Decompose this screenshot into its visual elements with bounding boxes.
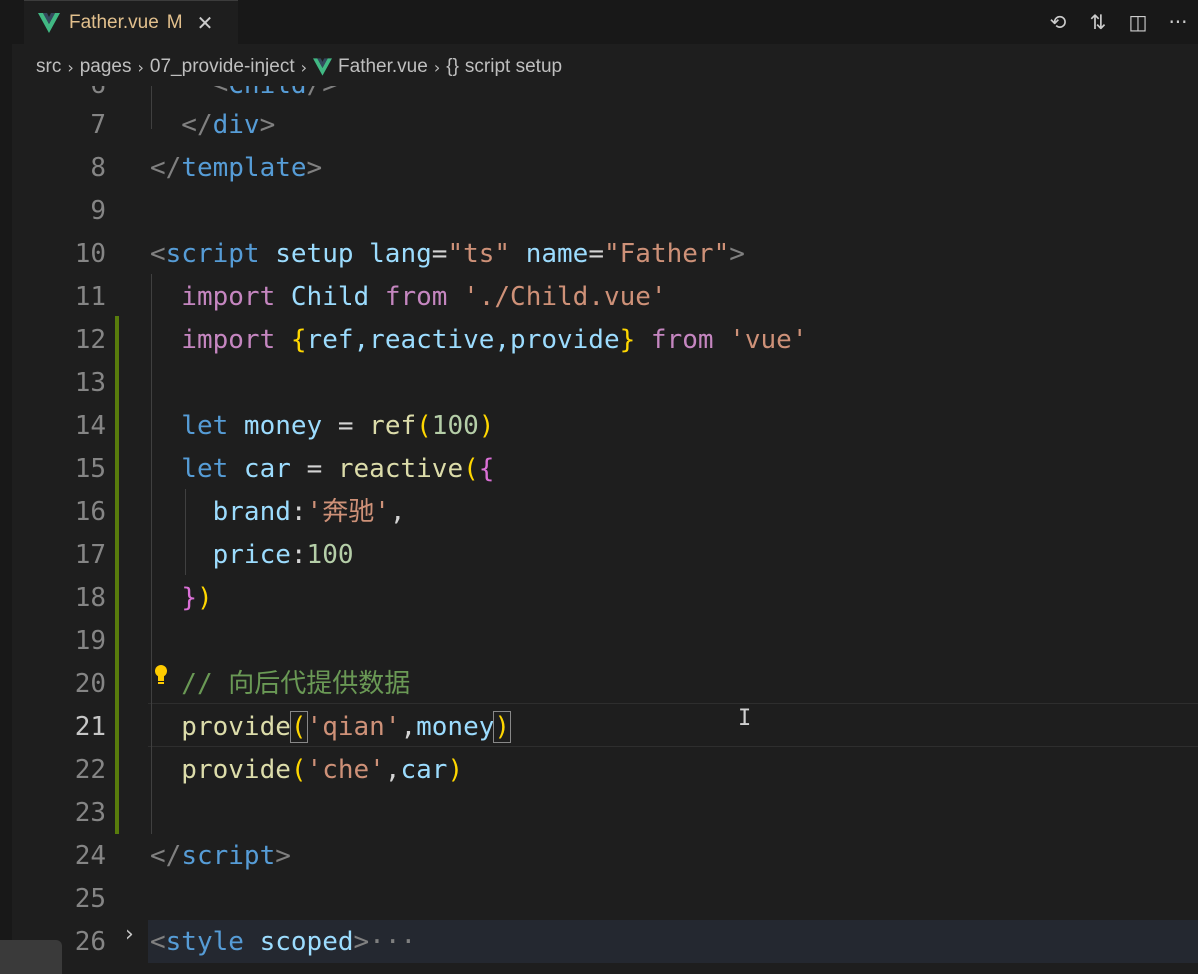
editor-actions: ⟲ ⇅ ◫ ··· (1038, 0, 1198, 44)
code-text: </template> (150, 153, 323, 183)
code-line: 10 <script setup lang="ts" name="Father"… (12, 233, 1198, 276)
line-number: 21 (74, 712, 106, 742)
code-text: let car = reactive({ (150, 454, 495, 484)
code-text: }) (181, 583, 213, 613)
line-number: 14 (74, 411, 106, 441)
line-number: 13 (74, 368, 106, 398)
tab-father-vue[interactable]: Father.vue M ✕ (24, 0, 238, 45)
breadcrumb: src › pages › 07_provide-inject › Father… (36, 53, 562, 81)
line-number: 20 (74, 669, 106, 699)
breadcrumb-pages[interactable]: pages (80, 56, 132, 78)
breadcrumb-folder[interactable]: 07_provide-inject (150, 56, 295, 78)
line-number: 8 (90, 153, 106, 183)
code-comment: // 向后代提供数据 (150, 669, 411, 699)
breadcrumb-src[interactable]: src (36, 56, 61, 78)
code-line: 16 brand:'奔驰', (12, 491, 1198, 534)
line-number: 22 (74, 755, 106, 785)
chevron-right-icon: › (433, 57, 441, 77)
code-line: 25 (12, 878, 1198, 921)
code-text: price:100 (150, 540, 354, 570)
code-text: </script> (150, 841, 291, 871)
code-line: 24 </script> (12, 835, 1198, 878)
tab-title: Father.vue (69, 12, 159, 33)
tab-bar: Father.vue M ✕ ⟲ ⇅ ◫ ··· (12, 0, 1198, 45)
window-edge (0, 0, 12, 974)
code-line: 15 let car = reactive({ (12, 448, 1198, 491)
vue-file-icon (313, 58, 333, 76)
line-number: 17 (74, 540, 106, 570)
code-line-current: 21 provide('qian',money) (12, 706, 1198, 749)
breadcrumb-file[interactable]: Father.vue (338, 56, 428, 78)
chevron-right-icon: › (300, 57, 308, 77)
code-line: 8 </template> (12, 147, 1198, 190)
line-number: 23 (74, 798, 106, 828)
code-line: 18 }) (12, 577, 1198, 620)
code-line: 20 // 向后代提供数据 (12, 663, 1198, 706)
fold-chevron-icon[interactable]: › (125, 922, 134, 947)
line-number: 10 (74, 239, 106, 269)
line-number: 9 (90, 196, 106, 226)
code-text: </div> (150, 110, 276, 140)
chevron-right-icon: › (67, 57, 74, 77)
code-line: 14 let money = ref(100) (12, 405, 1198, 448)
code-text: import {ref,reactive,provide} from 'vue' (150, 325, 808, 355)
breadcrumb-symbol[interactable]: script setup (465, 56, 562, 78)
code-text: let money = ref(100) (150, 411, 495, 441)
line-number: 24 (74, 841, 106, 871)
vue-file-icon (38, 13, 60, 33)
code-line: 26 <style scoped>··· (12, 921, 1198, 964)
code-line: 23 (12, 792, 1198, 835)
compare-changes-icon[interactable]: ⇅ (1078, 10, 1118, 34)
line-number: 25 (74, 884, 106, 914)
text-cursor-icon: I (738, 706, 752, 731)
code-line: 12 import {ref,reactive,provide} from 'v… (12, 319, 1198, 362)
code-line: 11 import Child from './Child.vue' (12, 276, 1198, 319)
line-number: 19 (74, 626, 106, 656)
code-line: 9 (12, 190, 1198, 233)
line-number: 11 (74, 282, 106, 312)
code-line: 17 price:100 (12, 534, 1198, 577)
symbol-braces-icon: {} (446, 56, 459, 77)
code-text: provide('qian',money) (150, 711, 512, 743)
close-icon[interactable]: ✕ (197, 11, 214, 35)
line-number: 7 (90, 110, 106, 140)
line-number: 12 (74, 325, 106, 355)
code-line: 19 (12, 620, 1198, 663)
code-text: brand:'奔驰', (150, 497, 406, 527)
chevron-right-icon: › (137, 57, 144, 77)
code-text: <style scoped>··· (150, 927, 417, 957)
line-number: 16 (74, 497, 106, 527)
line-number: 15 (74, 454, 106, 484)
line-number: 18 (74, 583, 106, 613)
code-text: provide('che',car) (150, 755, 464, 785)
code-editor[interactable]: 6 <Child/> 7 </div> 8 </template> 9 10 <… (12, 86, 1198, 974)
split-editor-icon[interactable]: ◫ (1118, 10, 1158, 34)
overlay-corner (0, 940, 62, 974)
code-text: <script setup lang="ts" name="Father"> (150, 239, 745, 269)
more-actions-icon[interactable]: ··· (1158, 10, 1198, 34)
lightbulb-icon[interactable] (154, 664, 168, 688)
code-text: import Child from './Child.vue' (150, 282, 667, 312)
modified-badge: M (166, 12, 183, 33)
code-line: 7 </div> (12, 104, 1198, 147)
code-line: 22 provide('che',car) (12, 749, 1198, 792)
timeline-icon[interactable]: ⟲ (1038, 10, 1078, 34)
code-line: 13 (12, 362, 1198, 405)
